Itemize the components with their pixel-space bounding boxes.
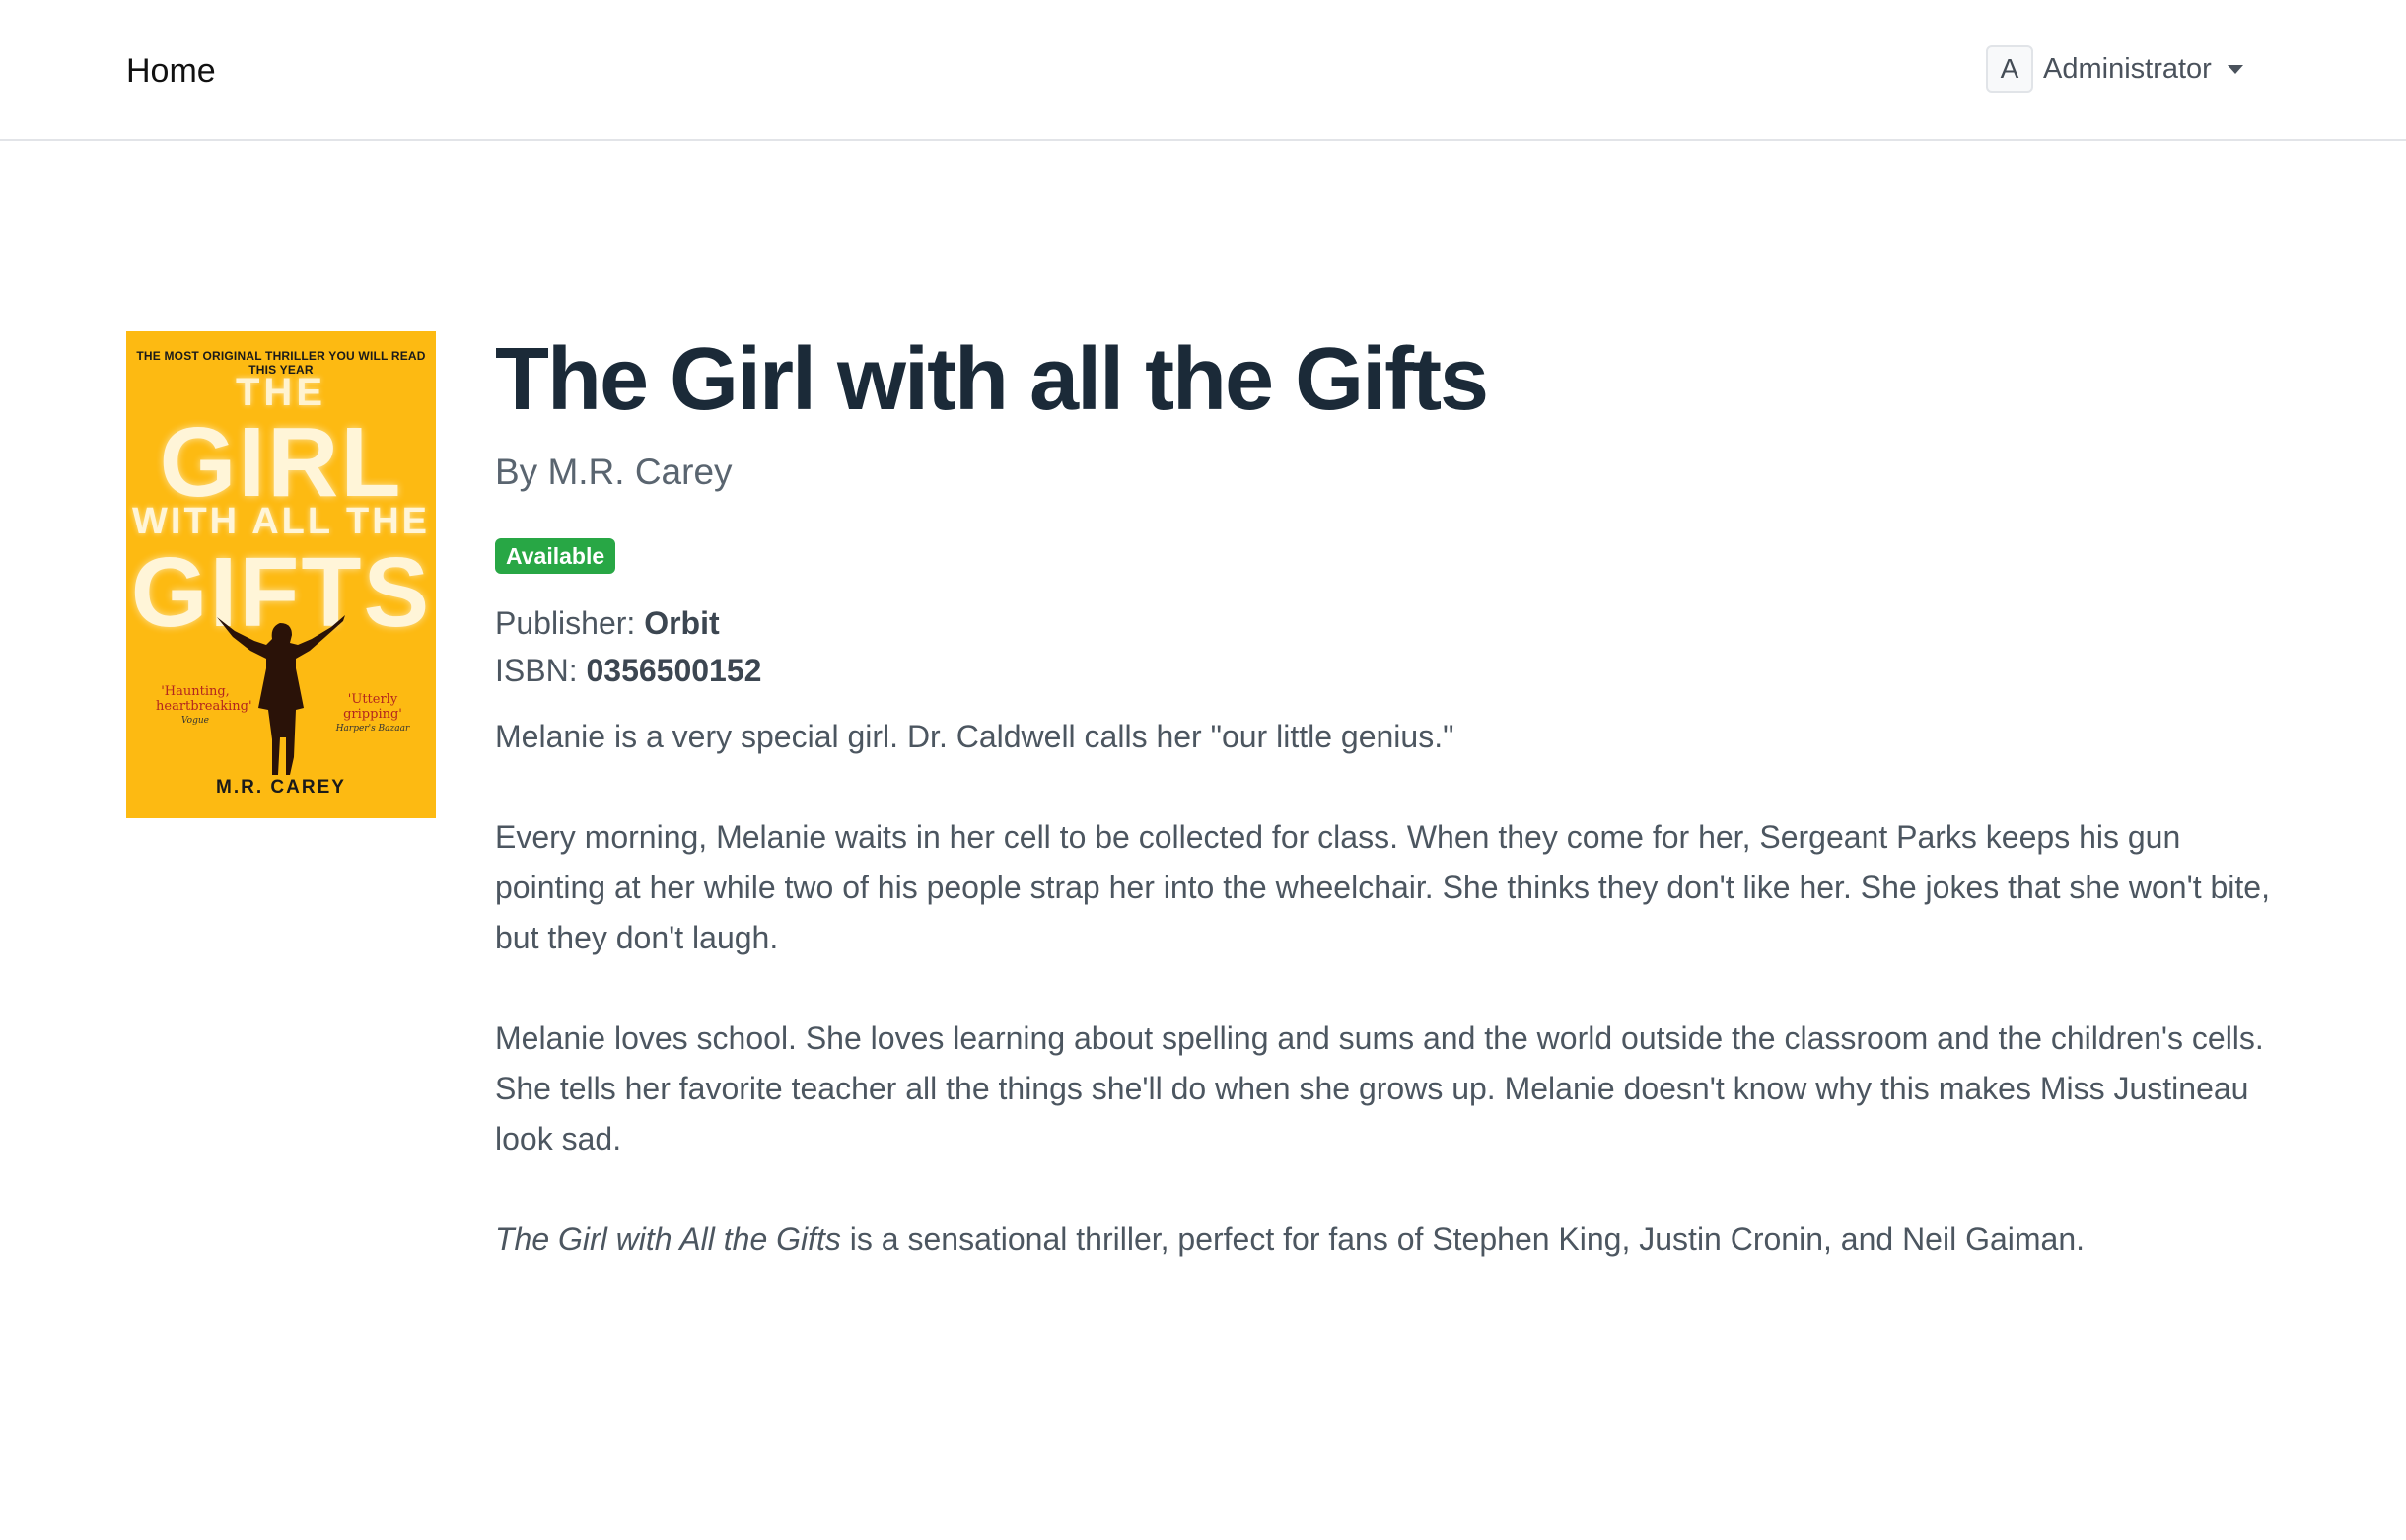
top-navbar: Home A Administrator bbox=[0, 0, 2406, 141]
book-description: Melanie is a very special girl. Dr. Cald… bbox=[495, 712, 2270, 1265]
publisher-label: Publisher: bbox=[495, 605, 636, 641]
user-name: Administrator bbox=[2043, 52, 2212, 85]
cover-author: M.R. CAREY bbox=[216, 777, 346, 798]
publisher-value: Orbit bbox=[644, 605, 720, 641]
avatar: A bbox=[1986, 45, 2033, 93]
book-cover-image: THE MOST ORIGINAL THRILLER YOU WILL READ… bbox=[126, 331, 436, 818]
description-paragraph: Melanie is a very special girl. Dr. Cald… bbox=[495, 719, 1454, 754]
book-author-byline: By M.R. Carey bbox=[495, 452, 733, 492]
description-paragraph: Melanie loves school. She loves learning… bbox=[495, 1020, 2264, 1156]
chevron-down-icon bbox=[2227, 64, 2243, 74]
page-title: The Girl with all the Gifts bbox=[495, 330, 1489, 429]
cover-quote-right-text: 'Utterly gripping' bbox=[343, 692, 402, 722]
status-badge: Available bbox=[495, 538, 616, 574]
cover-quote-right-source: Harper's Bazaar bbox=[335, 724, 410, 734]
isbn-value: 0356500152 bbox=[586, 653, 762, 688]
description-paragraph: Every morning, Melanie waits in her cell… bbox=[495, 819, 2270, 955]
cover-quote-left-text: 'Haunting, heartbreaking' bbox=[156, 684, 252, 714]
description-paragraph: The Girl with All the Gifts is a sensati… bbox=[495, 1215, 2270, 1265]
cover-quote-left: 'Haunting, heartbreaking' Vogue bbox=[156, 684, 252, 729]
description-book-title-italic: The Girl with All the Gifts bbox=[495, 1222, 841, 1257]
cover-quote-left-source: Vogue bbox=[181, 716, 209, 726]
user-menu-dropdown[interactable]: A Administrator bbox=[1986, 45, 2243, 93]
cover-quote-right: 'Utterly gripping' Harper's Bazaar bbox=[323, 692, 422, 736]
book-meta: Publisher: Orbit ISBN: 0356500152 bbox=[495, 599, 2270, 694]
book-details: The Girl with all the Gifts By M.R. Care… bbox=[495, 325, 2270, 1315]
publisher-row: Publisher: Orbit bbox=[495, 599, 2270, 647]
isbn-label: ISBN: bbox=[495, 653, 578, 688]
description-text: is a sensational thriller, perfect for f… bbox=[840, 1222, 2086, 1257]
isbn-row: ISBN: 0356500152 bbox=[495, 647, 2270, 694]
home-link[interactable]: Home bbox=[126, 47, 216, 95]
